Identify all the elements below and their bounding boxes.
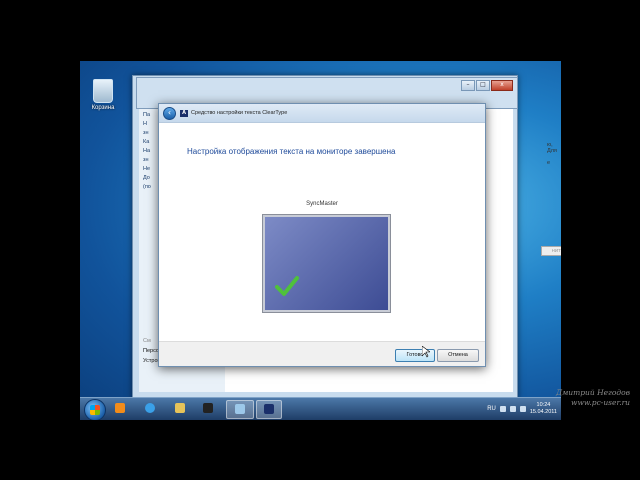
video-taskbar-button[interactable] (198, 400, 218, 417)
internet-explorer-taskbar-button[interactable] (140, 400, 160, 417)
content-fragment: ю, Для (547, 142, 557, 154)
page-heading: Настройка отображения текста на мониторе… (187, 147, 396, 156)
close-button[interactable]: x (491, 80, 513, 91)
watermark-site: www.pc-user.ru (571, 398, 630, 407)
watermark: Дмитрий Негодов www.pc-user.ru (556, 388, 630, 408)
apply-button[interactable]: нить (541, 246, 561, 256)
start-button[interactable] (84, 399, 106, 420)
recycle-bin[interactable]: Корзина (86, 79, 120, 111)
maximize-button[interactable]: □ (476, 80, 490, 91)
volume-icon[interactable] (519, 406, 526, 412)
explorer-taskbar-button[interactable] (170, 400, 190, 417)
cleartype-taskbar-button[interactable] (256, 400, 282, 419)
language-indicator[interactable]: RU (487, 406, 496, 412)
tray-arrow-icon[interactable] (499, 406, 506, 412)
system-tray: RU 10:24 15.04.2011 (487, 400, 557, 418)
minimize-button[interactable]: – (461, 80, 475, 91)
recycle-bin-label: Корзина (91, 105, 115, 111)
cleartype-app-icon: A (180, 109, 188, 117)
control-panel-icon (235, 404, 245, 414)
camera-icon (203, 403, 213, 413)
recycle-bin-icon (93, 79, 113, 103)
cleartype-icon (264, 404, 274, 414)
monitor-image (263, 215, 390, 312)
checkmark-icon (275, 276, 299, 296)
mouse-cursor-icon (422, 346, 430, 358)
internet-explorer-icon (145, 403, 155, 413)
desktop: Корзина – □ x Па Н зн Ка На зн Не До (по… (80, 61, 561, 420)
media-player-icon (115, 403, 125, 413)
dialog-title: Средство настройки текста ClearType (191, 110, 288, 116)
dialog-footer: Готово Отмена (159, 341, 485, 366)
back-arrow-icon[interactable]: ‹ (163, 106, 176, 120)
cleartype-dialog: ‹ A Средство настройки текста ClearType … (158, 103, 486, 367)
taskbar: RU 10:24 15.04.2011 (80, 397, 561, 420)
folder-icon (175, 403, 185, 413)
cancel-button-label: Отмена (448, 352, 468, 358)
cancel-button[interactable]: Отмена (437, 349, 479, 362)
done-button-label: Готово (406, 352, 424, 358)
control-panel-taskbar-button[interactable] (226, 400, 254, 419)
media-player-taskbar-button[interactable] (110, 400, 130, 417)
content-fragment: е (547, 160, 551, 166)
clock-date: 15.04.2011 (529, 409, 557, 415)
windows-logo-icon (90, 405, 100, 415)
network-icon[interactable] (509, 406, 516, 412)
watermark-author: Дмитрий Негодов (555, 388, 630, 397)
clock[interactable]: 10:24 15.04.2011 (530, 402, 557, 416)
dialog-titlebar: ‹ A Средство настройки текста ClearType (159, 104, 485, 123)
monitor-name: SyncMaster (306, 201, 338, 207)
clock-time: 10:24 (536, 402, 551, 408)
